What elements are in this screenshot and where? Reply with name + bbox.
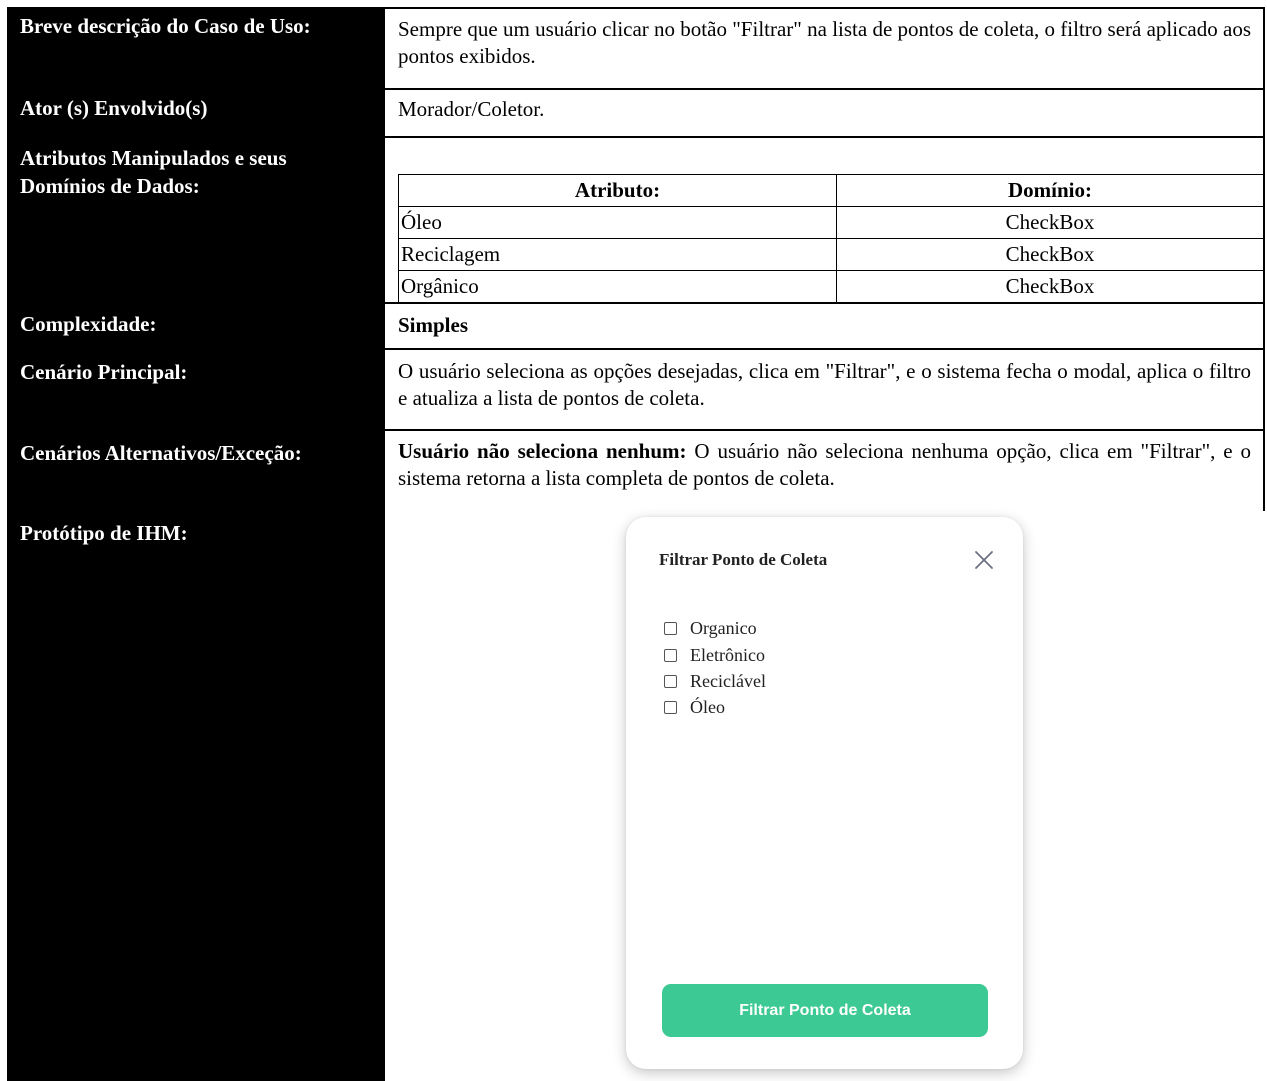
attribute-table: Atributo: Domínio: Óleo CheckBox Recicla…	[398, 174, 1264, 305]
attribute-domain: CheckBox	[836, 270, 1264, 305]
header-attribute: Atributo:	[398, 174, 837, 207]
alt-scenario-text: Usuário não seleciona nenhum: O usuário …	[398, 438, 1251, 492]
use-case-document: Breve descrição do Caso de Uso: Ator (s)…	[0, 0, 1267, 1081]
description-text: Sempre que um usuário clicar no botão "F…	[398, 17, 1251, 68]
option-label: Reciclável	[690, 670, 766, 691]
attribute-domain: CheckBox	[836, 206, 1264, 239]
header-domain: Domínio:	[836, 174, 1264, 207]
attribute-name: Reciclagem	[398, 238, 837, 271]
checkbox[interactable]	[664, 648, 677, 662]
cell-alt-scenarios: Usuário não seleciona nenhum: O usuário …	[385, 429, 1265, 513]
complexity-text: Simples	[398, 313, 469, 337]
cell-description: Sempre que um usuário clicar no botão "F…	[385, 7, 1265, 90]
label-actors: Ator (s) Envolvido(s)	[20, 96, 208, 120]
checkbox[interactable]	[664, 700, 677, 714]
attribute-name: Óleo	[398, 206, 837, 239]
label-alt-scenarios: Cenários Alternativos/Exceção:	[20, 441, 302, 465]
label-complexity: Complexidade:	[20, 312, 157, 336]
option-label: Eletrônico	[690, 644, 765, 665]
option-oleo[interactable]: Óleo	[664, 696, 725, 718]
actors-text: Morador/Coletor.	[398, 97, 545, 121]
label-prototype: Protótipo de IHM:	[20, 521, 188, 545]
option-label: Organico	[690, 617, 757, 638]
main-scenario-text: O usuário seleciona as opções desejadas,…	[398, 359, 1251, 410]
alt-scenario-title: Usuário não seleciona nenhum:	[398, 439, 687, 463]
attribute-name: Orgânico	[398, 270, 837, 305]
cell-complexity: Simples	[385, 302, 1265, 350]
checkbox[interactable]	[664, 621, 677, 635]
label-description: Breve descrição do Caso de Uso:	[20, 14, 311, 38]
attribute-table-header: Atributo: Domínio:	[398, 174, 1264, 207]
filter-modal: Filtrar Ponto de Coleta Organico Eletrôn…	[626, 517, 1023, 1069]
checkbox[interactable]	[664, 674, 677, 688]
option-eletronico[interactable]: Eletrônico	[664, 644, 765, 666]
cell-actors: Morador/Coletor.	[385, 88, 1265, 138]
label-attributes: Atributos Manipulados e seus Domínios de…	[20, 146, 287, 198]
attribute-domain: CheckBox	[836, 238, 1264, 271]
option-reciclavel[interactable]: Reciclável	[664, 670, 766, 692]
close-icon[interactable]	[973, 549, 995, 571]
label-main-scenario: Cenário Principal:	[20, 360, 188, 384]
option-label: Óleo	[690, 696, 725, 717]
table-row: Reciclagem CheckBox	[398, 238, 1264, 271]
modal-title: Filtrar Ponto de Coleta	[659, 550, 828, 569]
table-row: Óleo CheckBox	[398, 206, 1264, 239]
table-row: Orgânico CheckBox	[398, 270, 1264, 305]
cell-main-scenario: O usuário seleciona as opções desejadas,…	[385, 348, 1265, 431]
filter-button[interactable]: Filtrar Ponto de Coleta	[662, 984, 988, 1037]
option-organico[interactable]: Organico	[664, 617, 757, 639]
